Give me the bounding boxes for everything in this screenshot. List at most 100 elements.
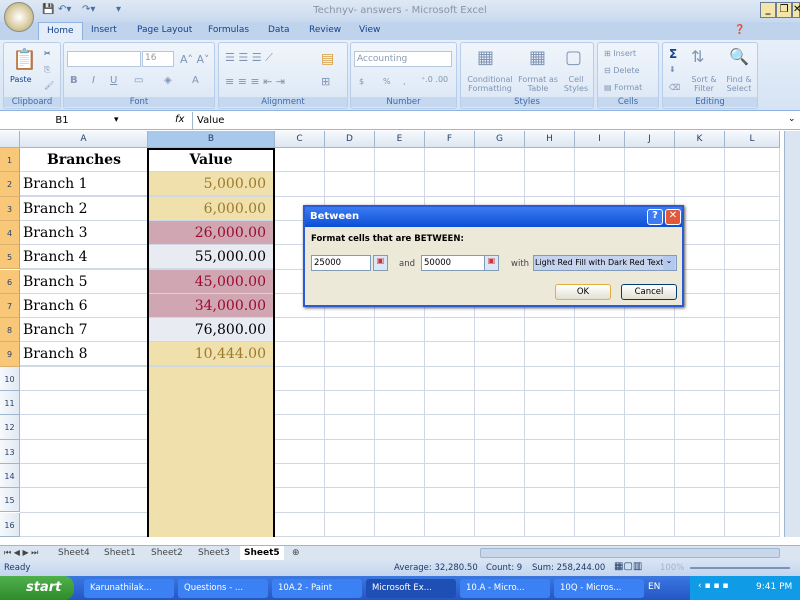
tab-page-layout[interactable]: Page Layout <box>137 25 192 35</box>
office-button[interactable] <box>4 2 34 32</box>
row-header-16[interactable]: 16 <box>0 512 20 537</box>
formula-input[interactable]: Value <box>192 112 787 130</box>
insert-sheet-icon[interactable]: ⊕ <box>292 548 300 558</box>
view-buttons-icon[interactable]: ▦▢▥ <box>614 561 642 572</box>
column-header-D[interactable]: D <box>325 131 375 148</box>
sheet-nav-icon[interactable]: ⏮ ◀ ▶ ⏭ <box>4 548 38 558</box>
restore-button[interactable]: ❐ <box>776 2 792 18</box>
column-header-L[interactable]: L <box>725 131 780 148</box>
sort-filter-icon[interactable]: ⇅ <box>691 47 704 66</box>
cancel-button[interactable]: Cancel <box>621 284 677 300</box>
tab-data[interactable]: Data <box>268 25 290 35</box>
cell-A1[interactable]: Branches <box>20 148 148 172</box>
decimal-icon[interactable]: ⁺.0 .00 <box>421 75 448 84</box>
percent-button[interactable]: % <box>383 77 391 86</box>
zoom-level[interactable]: 100% <box>660 563 684 573</box>
autosum-button[interactable]: Σ <box>669 47 677 61</box>
dialog-close-button[interactable]: ✕ <box>665 209 681 225</box>
cell-branch[interactable]: Branch 2 <box>20 197 148 221</box>
column-header-H[interactable]: H <box>525 131 575 148</box>
row-header-11[interactable]: 11 <box>0 391 20 416</box>
row-header-13[interactable]: 13 <box>0 439 20 464</box>
format-painter-icon[interactable]: 🖌 <box>44 81 54 90</box>
copy-icon[interactable]: ⎘ <box>44 65 50 75</box>
row-header-14[interactable]: 14 <box>0 463 20 489</box>
row-header-10[interactable]: 10 <box>0 366 20 391</box>
merge-icon[interactable]: ⊞ <box>321 75 330 88</box>
cell-styles-button[interactable]: Cell Styles <box>559 75 593 93</box>
delete-cells-button[interactable]: ⊟ Delete <box>604 66 640 75</box>
language-indicator[interactable]: EN <box>648 582 660 592</box>
row-header-4[interactable]: 4 <box>0 220 20 246</box>
chevron-down-icon[interactable]: ⌄ <box>663 256 675 270</box>
name-box-dropdown-icon[interactable]: ▾ <box>114 115 119 125</box>
vertical-scrollbar[interactable] <box>784 131 800 537</box>
taskbar-item-questions[interactable]: Questions - ... <box>178 579 268 598</box>
row-header-15[interactable]: 15 <box>0 488 20 513</box>
clear-icon[interactable]: ⌫ <box>669 83 680 92</box>
column-header-B[interactable]: B <box>148 131 275 148</box>
row-header-5[interactable]: 5 <box>0 245 20 270</box>
max-range-picker-icon[interactable]: ▣ <box>484 255 499 271</box>
conditional-formatting-button[interactable]: Conditional Formatting <box>463 75 517 93</box>
paste-icon[interactable]: 📋 <box>12 47 37 71</box>
format-select[interactable]: Light Red Fill with Dark Red Text ⌄ <box>533 255 677 271</box>
cell-branch[interactable]: Branch 1 <box>20 172 148 197</box>
horizontal-align-icon[interactable]: ≡ ≡ ≡ ⇤ ⇥ <box>225 75 285 88</box>
minimize-button[interactable]: _ <box>760 2 776 18</box>
sheet-tab-sheet2[interactable]: Sheet2 <box>151 548 183 558</box>
tray-icons[interactable]: ‹ ▪ ▪ ▪ <box>698 581 728 591</box>
zoom-slider[interactable] <box>690 567 790 569</box>
bold-button[interactable]: B <box>70 75 78 86</box>
close-button[interactable]: ✕ <box>792 2 800 18</box>
cell-branch[interactable]: Branch 4 <box>20 245 148 270</box>
currency-button[interactable]: $ <box>359 77 364 86</box>
insert-function-button[interactable]: fx <box>175 114 184 125</box>
row-header-8[interactable]: 8 <box>0 318 20 343</box>
tab-home[interactable]: Home <box>38 22 83 40</box>
format-as-table-button[interactable]: Format as Table <box>517 75 559 93</box>
column-header-J[interactable]: J <box>625 131 675 148</box>
row-header-12[interactable]: 12 <box>0 415 20 440</box>
find-icon[interactable]: 🔍 <box>729 47 749 66</box>
max-value-input[interactable]: 50000 <box>421 255 485 271</box>
column-header-K[interactable]: K <box>675 131 725 148</box>
tab-formulas[interactable]: Formulas <box>208 25 249 35</box>
format-table-icon[interactable]: ▦ <box>529 47 546 68</box>
tab-review[interactable]: Review <box>309 25 341 35</box>
row-header-2[interactable]: 2 <box>0 172 20 197</box>
taskbar-item-chrome[interactable]: Karunathilak... <box>84 579 174 598</box>
underline-button[interactable]: U <box>110 75 117 86</box>
column-header-E[interactable]: E <box>375 131 425 148</box>
ok-button[interactable]: OK <box>555 284 611 300</box>
cell-branch[interactable]: Branch 5 <box>20 270 148 294</box>
name-box[interactable]: B1 <box>2 113 122 129</box>
font-color-icon[interactable]: A <box>192 75 199 86</box>
grow-font-icon[interactable]: A˄ A˅ <box>180 53 210 66</box>
taskbar-item-excel[interactable]: Microsoft Ex... <box>366 579 456 598</box>
sheet-tab-sheet4[interactable]: Sheet4 <box>58 548 90 558</box>
select-all-button[interactable] <box>0 131 20 148</box>
comma-button[interactable]: , <box>403 77 406 86</box>
sheet-tab-sheet3[interactable]: Sheet3 <box>198 548 230 558</box>
min-range-picker-icon[interactable]: ▣ <box>373 255 388 271</box>
wrap-text-icon[interactable]: ▤ <box>321 51 334 67</box>
column-header-A[interactable]: A <box>20 131 148 148</box>
row-header-7[interactable]: 7 <box>0 293 20 319</box>
start-button[interactable]: start <box>0 576 74 600</box>
taskbar-item-paint[interactable]: 10A.2 - Paint <box>272 579 362 598</box>
column-header-G[interactable]: G <box>475 131 525 148</box>
horizontal-scrollbar[interactable] <box>480 548 780 558</box>
cell-branch[interactable]: Branch 3 <box>20 221 148 245</box>
font-size-select[interactable]: 16 <box>142 51 174 67</box>
dialog-help-button[interactable]: ? <box>647 209 663 225</box>
tab-insert[interactable]: Insert <box>91 25 117 35</box>
find-select-button[interactable]: Find & Select <box>721 75 757 93</box>
paste-button[interactable]: Paste <box>10 75 32 84</box>
row-header-9[interactable]: 9 <box>0 342 20 367</box>
conditional-formatting-icon[interactable]: ▦ <box>477 47 494 68</box>
taskbar-item-word-10a[interactable]: 10.A - Micro... <box>460 579 550 598</box>
sort-filter-button[interactable]: Sort & Filter <box>687 75 721 93</box>
cell-styles-icon[interactable]: ▢ <box>565 47 582 68</box>
column-header-C[interactable]: C <box>275 131 325 148</box>
